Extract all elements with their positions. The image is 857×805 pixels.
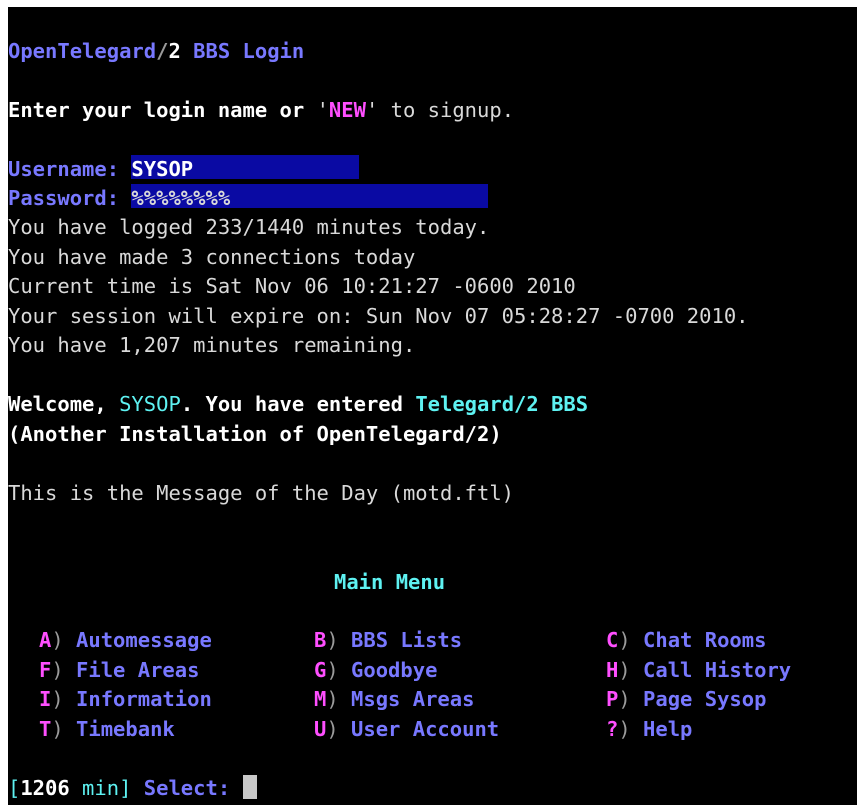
prompt-bracket-open: [ [8, 776, 21, 800]
title-slash: / [156, 39, 169, 63]
password-row: Password: %%%%%%%% [8, 184, 489, 214]
menu-label: Chat Rooms [643, 628, 767, 652]
menu-hotkey: H [606, 657, 619, 682]
menu-label: Call History [643, 657, 792, 682]
terminal-window: OpenTelegard/2 BBS Login Enter your logi… [0, 0, 857, 805]
login-title: OpenTelegard/2 BBS Login [8, 37, 304, 67]
menu-paren: ) [618, 657, 631, 682]
menu-label: User Account [351, 716, 500, 741]
menu-paren: ) [51, 687, 64, 712]
menu-hotkey: A [39, 628, 52, 652]
menu-label: File Areas [76, 657, 200, 682]
menu-item-msgs-areas[interactable]: M) Msgs Areas [314, 685, 474, 715]
menu-hotkey: F [39, 657, 52, 682]
username-row: Username: SYSOP [8, 155, 360, 185]
minutes-logged-text: You have logged 233/1440 minutes today. [8, 215, 490, 239]
current-time-text: Current time is Sat Nov 06 10:21:27 -060… [8, 274, 576, 298]
menu-paren: ) [326, 716, 339, 741]
terminal-screen[interactable]: OpenTelegard/2 BBS Login Enter your logi… [8, 7, 857, 805]
menu-hotkey: M [314, 687, 327, 712]
connections-text: You have made 3 connections today [8, 245, 416, 269]
minutes-remaining-text: You have 1,207 minutes remaining. [8, 333, 416, 357]
menu-paren: ) [618, 628, 631, 652]
minutes-unit: min [69, 776, 120, 800]
username-label: Username: [8, 157, 132, 181]
prompt-text: Enter your login name or [8, 98, 317, 122]
menu-item-information[interactable]: I) Information [39, 685, 212, 715]
new-keyword: NEW [328, 98, 366, 122]
menu-item-help[interactable]: ?) Help [606, 715, 692, 745]
menu-hotkey: T [39, 716, 52, 741]
menu-item-page-sysop[interactable]: P) Page Sysop [606, 685, 766, 715]
welcome-prefix: Welcome, [8, 392, 120, 416]
menu-label: Help [643, 716, 693, 741]
menu-paren: ) [51, 657, 64, 682]
select-label: Select: [131, 776, 243, 800]
menu-hotkey: G [314, 657, 327, 682]
menu-paren: ) [326, 628, 339, 652]
menu-paren: ) [618, 716, 631, 741]
password-field[interactable]: %%%%%%%% [131, 184, 489, 210]
welcome-mid: . You have entered [180, 392, 416, 416]
menu-hotkey: C [606, 628, 619, 652]
text-cursor[interactable] [242, 775, 257, 799]
motd-text: This is the Message of the Day (motd.ftl… [8, 481, 515, 505]
menu-item-automessage[interactable]: A) Automessage [39, 626, 212, 656]
menu-label: Page Sysop [643, 687, 767, 712]
menu-label: BBS Lists [351, 628, 463, 652]
menu-item-call-history[interactable]: H) Call History [606, 656, 791, 686]
menu-item-goodbye[interactable]: G) Goodbye [314, 656, 437, 686]
login-prompt: Enter your login name or 'NEW' to signup… [8, 96, 514, 126]
quote-open: ' [316, 98, 329, 122]
menu-item-timebank[interactable]: T) Timebank [39, 715, 175, 745]
welcome-user: SYSOP [119, 392, 181, 416]
menu-label: Automessage [76, 628, 212, 652]
menu-paren: ) [51, 628, 64, 652]
menu-paren: ) [326, 657, 339, 682]
username-field[interactable]: SYSOP [131, 155, 360, 181]
menu-item-user-account[interactable]: U) User Account [314, 715, 499, 745]
menu-item-file-areas[interactable]: F) File Areas [39, 656, 199, 686]
minutes-left: 1206 [20, 776, 70, 800]
menu-hotkey: I [39, 687, 52, 712]
menu-item-bbs-lists[interactable]: B) BBS Lists [314, 626, 462, 656]
menu-paren: ) [326, 687, 339, 712]
password-label: Password: [8, 186, 132, 210]
menu-label: Msgs Areas [351, 687, 475, 712]
quote-close: ' [365, 98, 379, 122]
menu-hotkey: B [314, 628, 327, 652]
menu-label: Information [76, 687, 212, 712]
app-name: OpenTelegard [8, 39, 157, 63]
bbs-name: Telegard/2 BBS [415, 392, 589, 416]
main-menu-title: Main Menu [334, 570, 446, 594]
welcome-line: Welcome, SYSOP. You have entered Telegar… [8, 390, 588, 420]
title-suffix: BBS Login [180, 39, 305, 63]
menu-label: Timebank [76, 716, 175, 741]
prompt-suffix: to signup. [378, 98, 515, 122]
menu-label: Goodbye [351, 657, 438, 682]
menu-paren: ) [618, 687, 631, 712]
menu-hotkey: P [606, 687, 619, 712]
menu-hotkey: ? [606, 716, 619, 741]
prompt-bracket-close: ] [119, 776, 132, 800]
menu-hotkey: U [314, 716, 327, 741]
menu-item-chat-rooms[interactable]: C) Chat Rooms [606, 626, 766, 656]
session-expire-text: Your session will expire on: Sun Nov 07 … [8, 304, 749, 328]
installation-text: (Another Installation of OpenTelegard/2) [8, 422, 502, 446]
select-prompt: [1206 min] Select: [8, 774, 257, 804]
app-version: 2 [168, 39, 181, 63]
menu-paren: ) [51, 716, 64, 741]
